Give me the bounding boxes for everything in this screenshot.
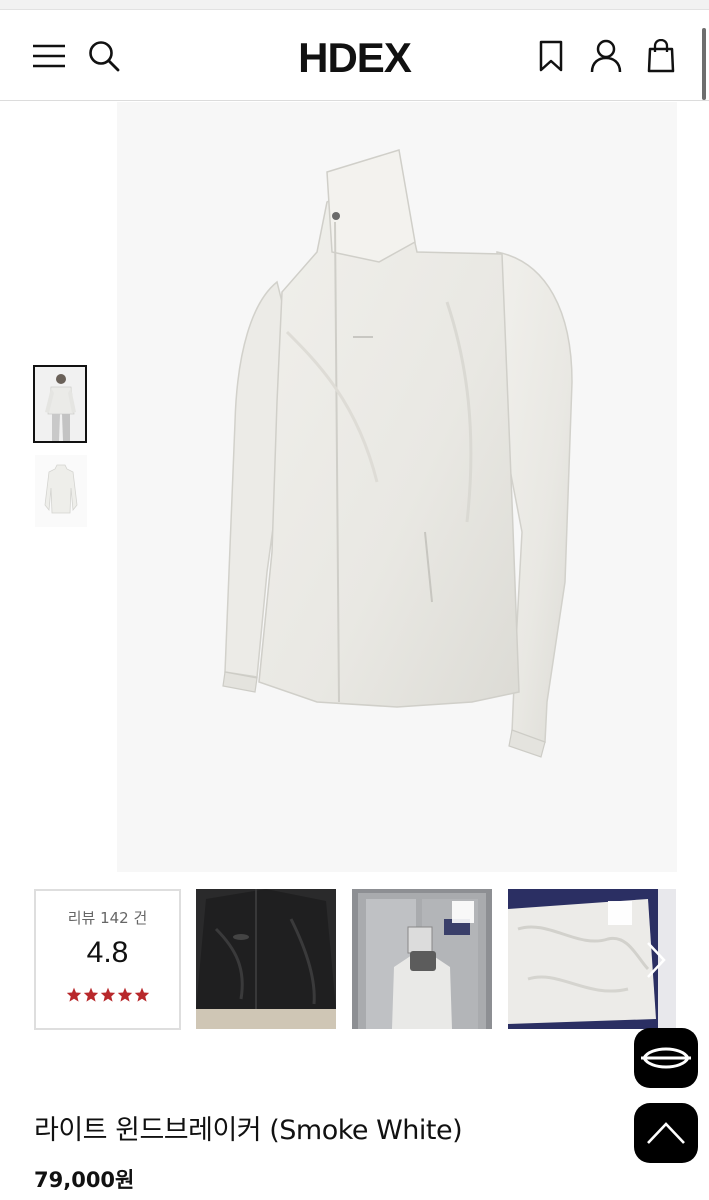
product-thumbnail-2[interactable] <box>35 455 87 527</box>
hdex-logo-icon <box>641 1047 691 1069</box>
product-name: 라이트 윈드브레이커 (Smoke White) <box>34 1115 463 1146</box>
windbreaker-jacket-image <box>222 149 573 758</box>
carousel-next-button[interactable] <box>636 935 676 985</box>
user-icon[interactable] <box>588 37 624 75</box>
review-score: 4.8 <box>86 936 129 969</box>
shopping-bag-icon[interactable] <box>644 37 678 75</box>
status-bar-strip <box>0 0 709 10</box>
chevron-up-icon <box>647 1122 685 1144</box>
elevator-selfie-review-image <box>352 889 492 1029</box>
product-price: 79,000원 <box>34 1168 135 1192</box>
scroll-top-button[interactable] <box>634 1103 698 1163</box>
product-thumbnail-1[interactable] <box>33 365 87 443</box>
review-count-label: 리뷰 142 건 <box>67 909 148 927</box>
model-photo-image <box>35 367 85 441</box>
bookmark-icon[interactable] <box>536 38 566 74</box>
star-icon <box>134 987 149 1002</box>
review-photo-1[interactable] <box>196 889 336 1029</box>
chevron-right-icon <box>647 942 666 978</box>
jacket-thumbnail-image <box>44 464 78 514</box>
brand-floating-button[interactable] <box>634 1028 698 1088</box>
site-header: HDEX <box>0 10 709 101</box>
review-stars <box>36 987 179 1002</box>
page-scrollbar[interactable] <box>702 28 706 100</box>
review-summary-card[interactable]: 리뷰 142 건 4.8 <box>34 889 181 1030</box>
star-icon <box>83 987 98 1002</box>
review-photo-2[interactable] <box>352 889 492 1029</box>
product-main-image[interactable] <box>117 102 677 872</box>
star-icon <box>66 987 81 1002</box>
star-icon <box>117 987 132 1002</box>
black-jacket-review-image <box>196 889 336 1029</box>
star-icon <box>100 987 115 1002</box>
